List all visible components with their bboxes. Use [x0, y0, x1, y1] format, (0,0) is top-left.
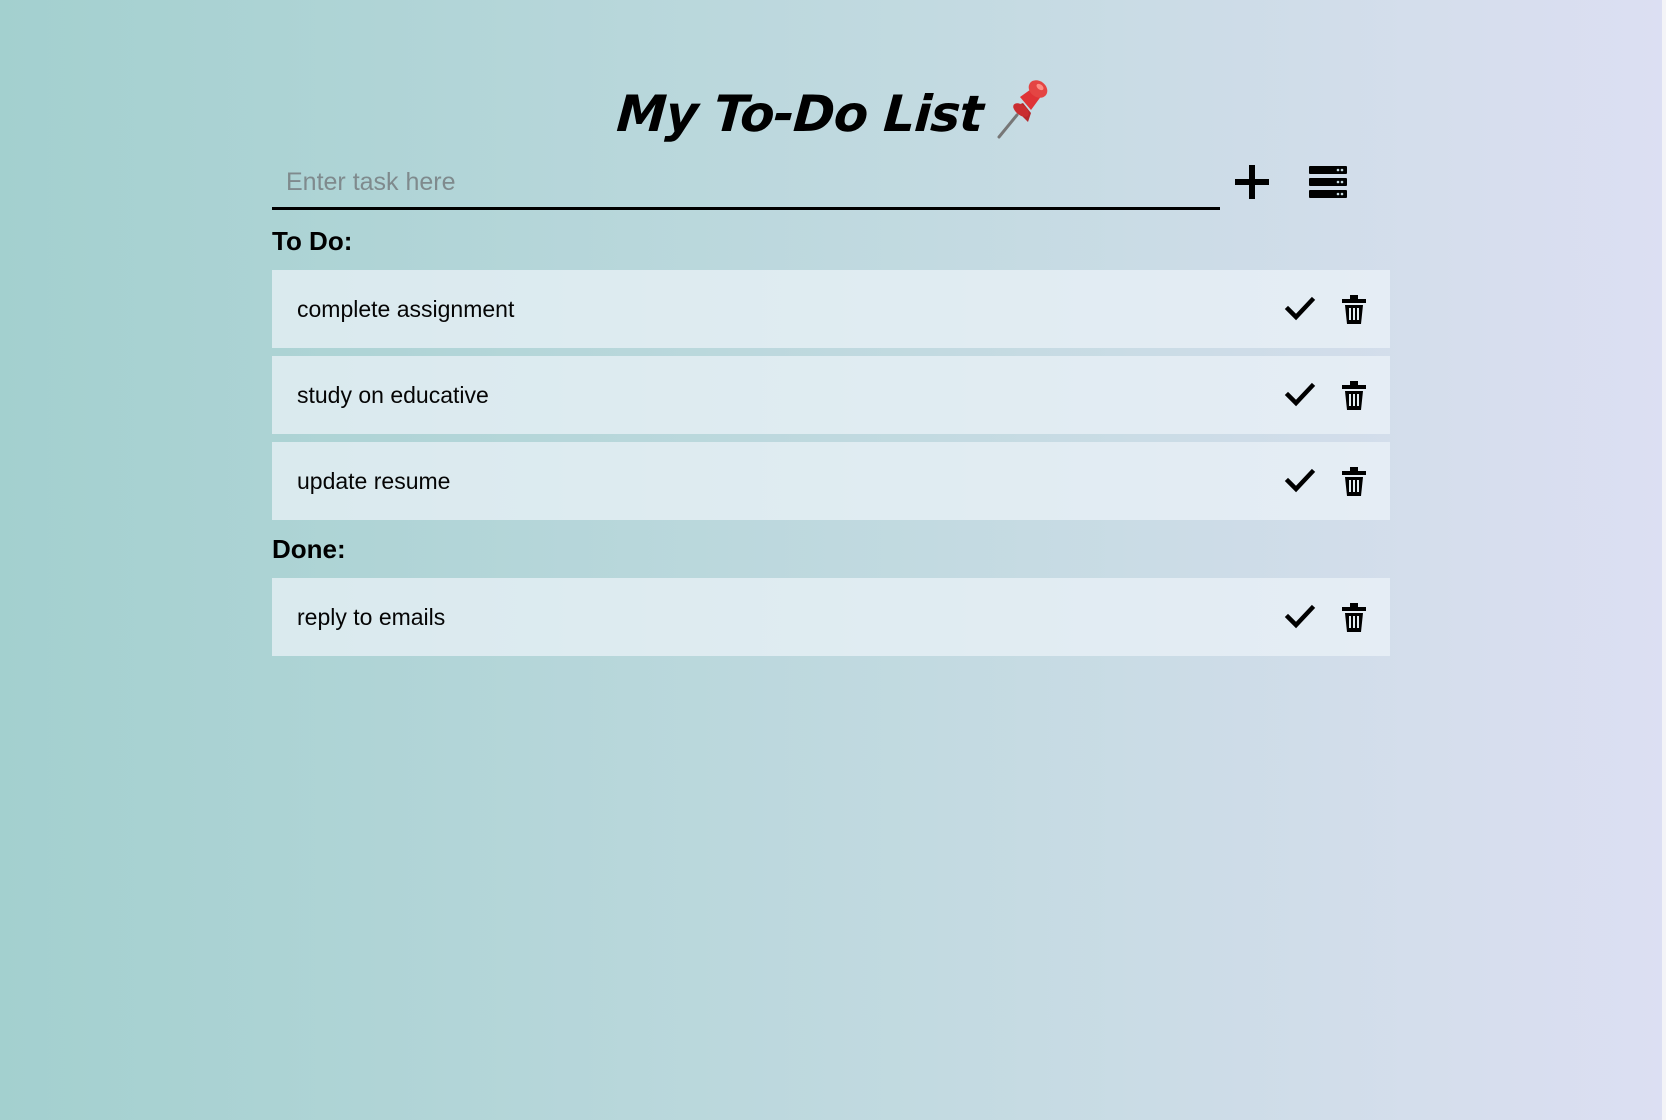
page-title: My To-Do List	[615, 84, 985, 143]
done-list: reply to emails	[272, 578, 1390, 664]
task-text: complete assignment	[297, 296, 515, 322]
list-menu-icon	[1304, 160, 1352, 204]
add-task-button[interactable]	[1230, 160, 1274, 204]
task-text: study on educative	[297, 382, 489, 408]
checkmark-icon	[1282, 463, 1318, 499]
delete-task-button[interactable]	[1336, 463, 1372, 499]
delete-task-button[interactable]	[1336, 291, 1372, 327]
trash-icon	[1336, 291, 1372, 327]
pushpin-icon	[997, 79, 1049, 139]
trash-icon	[1336, 599, 1372, 635]
checkmark-icon	[1282, 599, 1318, 635]
todo-section-title: To Do:	[272, 226, 353, 256]
delete-task-button[interactable]	[1336, 377, 1372, 413]
todo-item: complete assignment	[272, 270, 1390, 348]
complete-task-button[interactable]	[1282, 463, 1318, 499]
checkmark-icon	[1282, 377, 1318, 413]
todo-item: study on educative	[272, 356, 1390, 434]
task-input[interactable]	[272, 158, 1220, 210]
checkmark-icon	[1282, 291, 1318, 327]
trash-icon	[1336, 377, 1372, 413]
todo-list: complete assignment study on educative u…	[272, 270, 1390, 528]
done-section-title: Done:	[272, 534, 346, 564]
done-item: reply to emails	[272, 578, 1390, 656]
complete-task-button[interactable]	[1282, 377, 1318, 413]
complete-task-button[interactable]	[1282, 599, 1318, 635]
trash-icon	[1336, 463, 1372, 499]
list-menu-button[interactable]	[1304, 160, 1352, 204]
task-text: update resume	[297, 468, 451, 494]
complete-task-button[interactable]	[1282, 291, 1318, 327]
plus-icon	[1230, 160, 1274, 204]
delete-task-button[interactable]	[1336, 599, 1372, 635]
task-text: reply to emails	[297, 604, 446, 630]
todo-item: update resume	[272, 442, 1390, 520]
